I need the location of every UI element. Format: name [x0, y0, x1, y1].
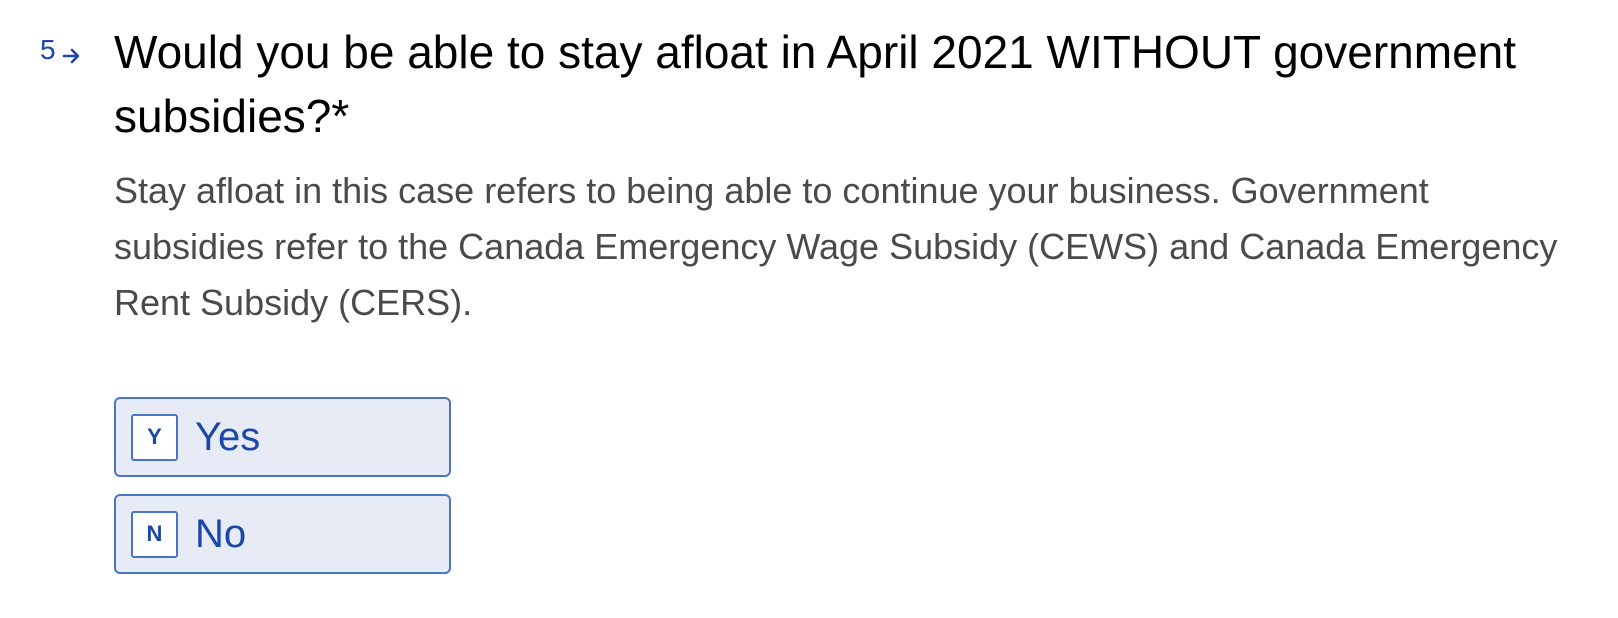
arrow-right-icon — [62, 40, 82, 64]
choice-label: Yes — [195, 415, 261, 459]
question-number-text: 5 — [40, 34, 56, 65]
choice-no-button[interactable]: N No — [114, 494, 451, 574]
question-block: 5 Would you be able to stay afloat in Ap… — [0, 0, 1618, 618]
question-number: 5 — [40, 33, 82, 67]
choice-key-badge: Y — [131, 413, 178, 461]
choice-list: Y Yes N No — [114, 397, 451, 574]
choice-yes-button[interactable]: Y Yes — [114, 397, 451, 477]
choice-key-badge: N — [131, 510, 178, 558]
question-title: Would you be able to stay afloat in Apri… — [114, 26, 1517, 142]
choice-label: No — [195, 512, 247, 556]
question-description: Stay afloat in this case refers to being… — [114, 170, 1558, 323]
